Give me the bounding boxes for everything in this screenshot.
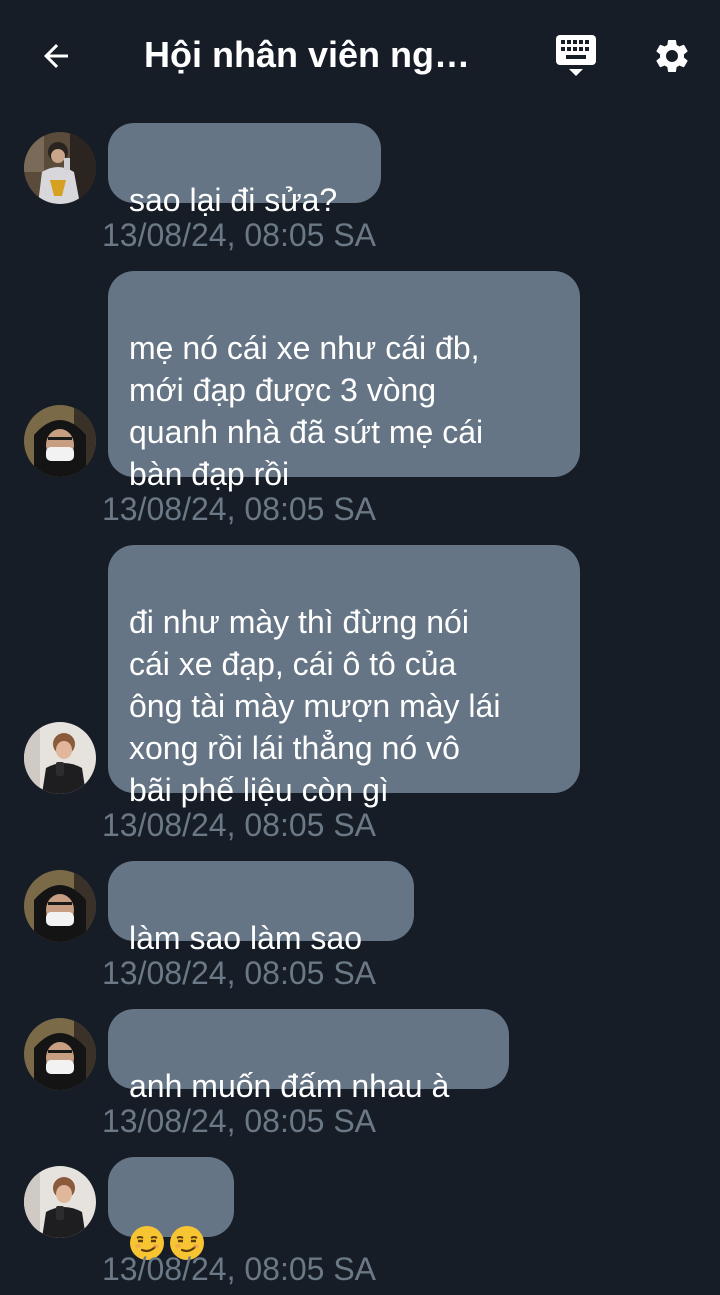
message-bubble[interactable] (108, 1157, 234, 1260)
avatar-user-b[interactable] (24, 405, 96, 477)
back-button[interactable] (28, 28, 84, 84)
message-bubble[interactable]: đi như mày thì đừng nói cái xe đạp, cái … (108, 545, 580, 808)
message-timestamp: 13/08/24, 08:05 SA (102, 217, 376, 253)
message-bubble[interactable]: mẹ nó cái xe như cái đb, mới đạp được 3 … (108, 271, 580, 492)
settings-button[interactable] (644, 28, 700, 84)
message-timestamp: 13/08/24, 08:05 SA (102, 491, 376, 527)
message-text: làm sao làm sao (129, 920, 362, 956)
message-bubble[interactable]: sao lại đi sửa? (108, 123, 381, 218)
chat-title: Hội nhân viên ng… (144, 34, 471, 75)
message-text: đi như mày thì đừng nói cái xe đạp, cái … (129, 604, 501, 808)
keyboard-icon (556, 35, 596, 76)
keyboard-button[interactable] (548, 30, 604, 82)
avatar-user-b[interactable] (24, 870, 96, 942)
gear-icon (656, 39, 688, 72)
message-bubble[interactable]: anh muốn đấm nhau à (108, 1009, 509, 1104)
message-text: sao lại đi sửa? (129, 182, 338, 218)
avatar-user-a[interactable] (24, 132, 96, 204)
message-timestamp: 13/08/24, 08:05 SA (102, 955, 376, 991)
back-arrow-icon (44, 44, 68, 68)
message-timestamp: 13/08/24, 08:05 SA (102, 807, 376, 843)
top-bar: Hội nhân viên ng… (0, 0, 720, 112)
avatar-user-b[interactable] (24, 1018, 96, 1090)
message-bubble[interactable]: làm sao làm sao (108, 861, 414, 956)
message-text: mẹ nó cái xe như cái đb, mới đạp được 3 … (129, 330, 484, 492)
message-text: anh muốn đấm nhau à (129, 1068, 450, 1104)
message-timestamp: 13/08/24, 08:05 SA (102, 1103, 376, 1139)
avatar-user-c[interactable] (24, 1166, 96, 1238)
avatar-user-c[interactable] (24, 722, 96, 794)
message-timestamp: 13/08/24, 08:05 SA (102, 1251, 376, 1287)
